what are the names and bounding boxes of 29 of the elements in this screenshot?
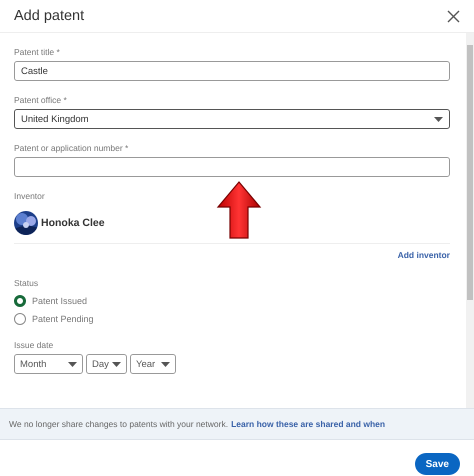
save-button[interactable]: Save <box>414 453 460 475</box>
office-select[interactable]: United Kingdom <box>14 109 450 129</box>
dialog-title: Add patent <box>14 8 84 24</box>
notice-text: We no longer share changes to patents with your network. <box>9 419 228 429</box>
caret-icon <box>434 116 443 122</box>
status-label: Status <box>14 278 40 288</box>
up-arrow-icon <box>216 181 262 239</box>
field-label: Patent office * <box>14 95 68 105</box>
caret-icon <box>161 362 170 366</box>
inventor-name: Honoka Clee <box>41 217 105 229</box>
radio-label: Patent Issued <box>32 296 88 306</box>
input-field[interactable] <box>14 157 450 177</box>
radio-label: Patent Pending <box>32 314 94 324</box>
date-select[interactable]: Year <box>130 354 176 374</box>
input-field[interactable]: Castle <box>14 61 450 81</box>
radio-button[interactable] <box>14 313 26 325</box>
learn-more-link[interactable]: Learn how these are shared and when <box>231 419 386 429</box>
issue-date-label: Issue date <box>14 340 54 350</box>
caret-icon <box>112 362 121 366</box>
field-label: Patent or application number * <box>14 143 130 153</box>
radio-button[interactable] <box>14 295 26 307</box>
field-label: Patent title * <box>14 47 61 57</box>
caret-icon <box>68 362 77 366</box>
add-inventor-link[interactable]: Add inventor <box>398 250 450 260</box>
inventor-label: Inventor <box>14 191 46 201</box>
close-icon[interactable] <box>447 10 460 22</box>
date-select[interactable]: Month <box>14 354 83 374</box>
date-select[interactable]: Day <box>86 354 127 374</box>
scrollbar[interactable] <box>466 33 474 408</box>
